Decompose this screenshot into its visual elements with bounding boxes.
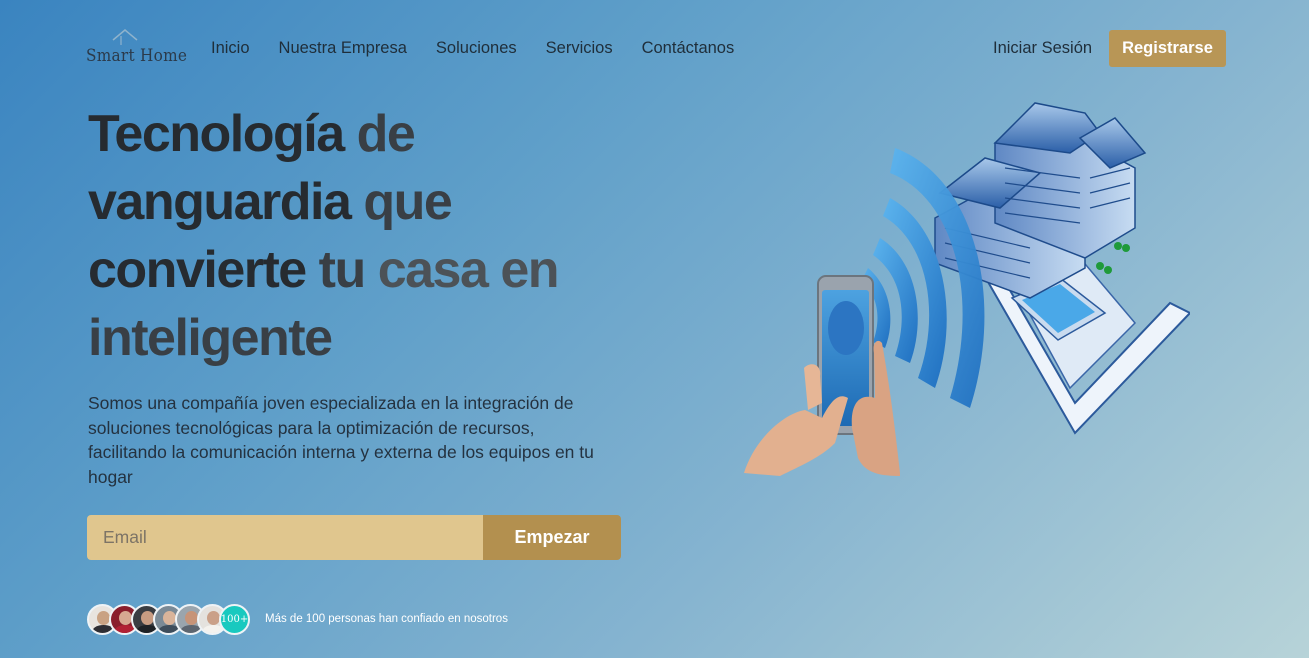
title-word: de [356, 105, 416, 163]
nav-item-contactanos[interactable]: Contáctanos [642, 39, 735, 58]
register-button[interactable]: Registrarse [1109, 30, 1226, 67]
title-word: en [500, 241, 559, 299]
email-input[interactable] [87, 515, 483, 560]
login-link[interactable]: Iniciar Sesión [993, 39, 1092, 58]
title-word: inteligente [88, 309, 333, 367]
title-word: casa [377, 241, 489, 299]
avatar-count-badge: 100+ [219, 604, 250, 635]
main-nav: Inicio Nuestra Empresa Soluciones Servic… [211, 39, 734, 58]
title-word: convierte [88, 241, 307, 299]
avatar-group: 100+ [87, 604, 250, 635]
title-word: que [363, 173, 452, 231]
hero-title: Tecnología de vanguardia que convierte t… [88, 100, 648, 372]
start-button[interactable]: Empezar [483, 515, 621, 560]
nav-item-soluciones[interactable]: Soluciones [436, 39, 517, 58]
brand-logo[interactable]: Smart Home [86, 28, 187, 68]
trust-text: Más de 100 personas han confiado en noso… [265, 613, 508, 625]
roof-icon [112, 29, 138, 45]
title-word: tu [318, 241, 367, 299]
signup-form: Empezar [87, 515, 621, 560]
smart-home-illustration [744, 102, 1190, 476]
nav-item-nuestra-empresa[interactable]: Nuestra Empresa [279, 39, 407, 58]
title-word: Tecnología [88, 105, 345, 163]
hero-description: Somos una compañía joven especializada e… [88, 393, 594, 487]
nav-item-servicios[interactable]: Servicios [546, 39, 613, 58]
title-word: vanguardia [88, 173, 352, 231]
nav-item-inicio[interactable]: Inicio [211, 39, 250, 58]
brand-name: Smart Home [86, 46, 188, 66]
